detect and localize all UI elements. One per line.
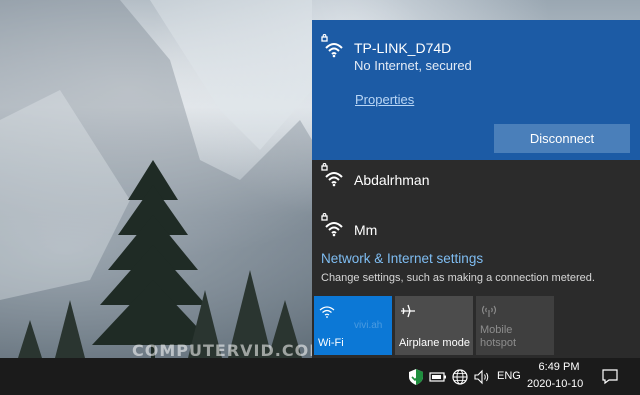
wifi-toggle-tile[interactable]: vivi.ah Wi-Fi bbox=[314, 296, 392, 355]
wifi-secured-icon bbox=[321, 163, 343, 187]
mobile-hotspot-tile[interactable]: Mobile hotspot bbox=[476, 296, 554, 355]
wifi-icon bbox=[319, 306, 335, 318]
tile-watermark: vivi.ah bbox=[354, 320, 383, 331]
hotspot-icon bbox=[481, 305, 497, 317]
connected-network-name: TP-LINK_D74D bbox=[354, 40, 452, 56]
globe-icon[interactable] bbox=[451, 368, 469, 386]
wifi-tile-label: Wi-Fi bbox=[318, 337, 344, 349]
taskbar: ENG 6:49 PM 2020-10-10 bbox=[0, 358, 640, 395]
properties-link[interactable]: Properties bbox=[355, 92, 414, 107]
network-name: Mm bbox=[354, 222, 378, 238]
notification-icon[interactable] bbox=[601, 367, 619, 385]
network-settings-description: Change settings, such as making a connec… bbox=[321, 272, 595, 284]
volume-icon[interactable] bbox=[473, 368, 491, 386]
disconnect-button[interactable]: Disconnect bbox=[494, 124, 630, 153]
shield-icon[interactable] bbox=[407, 368, 425, 386]
language-indicator[interactable]: ENG bbox=[497, 370, 521, 382]
network-settings-link[interactable]: Network & Internet settings bbox=[321, 251, 483, 266]
connected-network-card[interactable]: TP-LINK_D74D No Internet, secured Proper… bbox=[312, 20, 640, 160]
connected-network-status: No Internet, secured bbox=[354, 58, 472, 73]
clock-time[interactable]: 6:49 PM bbox=[536, 361, 582, 373]
airplane-icon bbox=[401, 304, 415, 318]
wifi-secured-icon bbox=[321, 213, 343, 237]
battery-icon[interactable] bbox=[429, 368, 447, 386]
network-item-abdalrhman[interactable]: Abdalrhman bbox=[312, 160, 640, 210]
desktop-watermark: COMPUTERVID.COM bbox=[132, 341, 327, 358]
network-name: Abdalrhman bbox=[354, 172, 430, 188]
airplane-mode-tile[interactable]: Airplane mode bbox=[395, 296, 473, 355]
hotspot-tile-label: Mobile hotspot bbox=[480, 324, 517, 349]
airplane-tile-label: Airplane mode bbox=[399, 337, 470, 349]
wifi-secured-icon bbox=[321, 34, 343, 58]
network-flyout: TP-LINK_D74D No Internet, secured Proper… bbox=[312, 20, 640, 358]
clock-date[interactable]: 2020-10-10 bbox=[527, 378, 583, 390]
